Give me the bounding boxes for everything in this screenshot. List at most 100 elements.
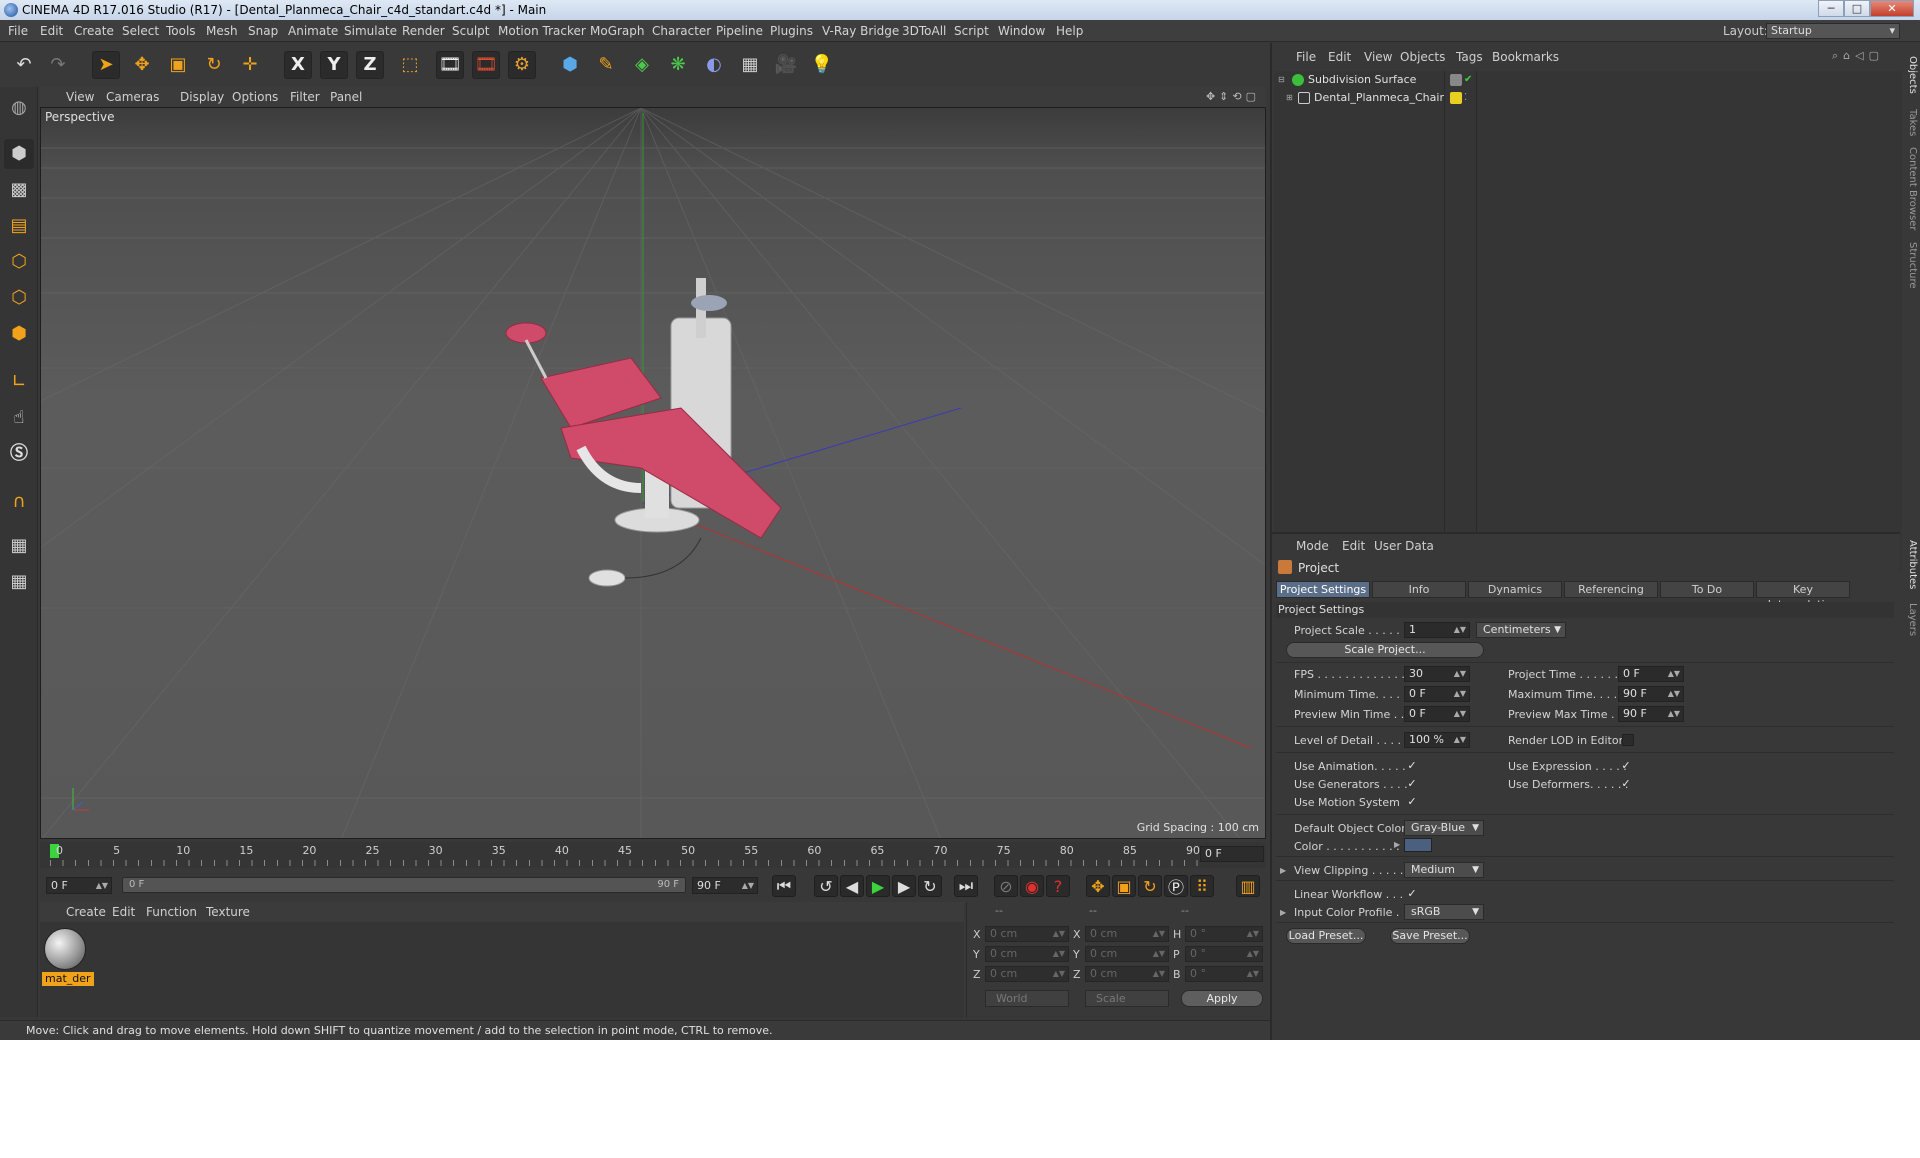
record-disabled-icon[interactable]: ⊘ xyxy=(994,875,1018,897)
auto-key-icon[interactable]: ? xyxy=(1046,875,1070,897)
z-axis-icon[interactable]: Z xyxy=(356,51,384,79)
rotation-b-field[interactable]: 0 ° ▲▼ xyxy=(1185,966,1263,982)
menu-help[interactable]: Help xyxy=(1056,20,1083,42)
apply-button[interactable]: Apply xyxy=(1181,990,1263,1007)
om-menu-file[interactable]: File xyxy=(1296,47,1316,67)
menu-pipeline[interactable]: Pipeline xyxy=(716,20,763,42)
menu-file[interactable]: File xyxy=(8,20,28,42)
cloner-icon[interactable]: ❋ xyxy=(664,51,692,79)
record-keys-icon[interactable]: ◉ xyxy=(1020,875,1044,897)
select-arrow-icon[interactable]: ➤ xyxy=(92,51,120,79)
grid-snap-icon[interactable]: ▦ xyxy=(4,567,34,597)
view-clipping-dropdown[interactable]: Medium ▼ xyxy=(1404,862,1484,878)
material-name-label[interactable]: mat_der xyxy=(42,972,94,986)
coord-system-dropdown[interactable]: World xyxy=(985,990,1069,1007)
goto-end-icon[interactable]: ⏭ xyxy=(954,875,978,897)
rotation-p-field[interactable]: 0 ° ▲▼ xyxy=(1185,946,1263,962)
move-icon[interactable]: ✥ xyxy=(128,51,156,79)
menu-snap[interactable]: Snap xyxy=(248,20,278,42)
menu-plugins[interactable]: Plugins xyxy=(770,20,813,42)
side-tab-structure[interactable]: Structure xyxy=(1898,240,1918,290)
input-color-profile-dropdown[interactable]: sRGB ▼ xyxy=(1404,904,1484,920)
color-swatch[interactable] xyxy=(1404,838,1432,852)
am-menu-user-data[interactable]: User Data xyxy=(1374,536,1434,556)
render-settings-icon[interactable]: ⚙ xyxy=(508,51,536,79)
key-rotation-icon[interactable]: ↻ xyxy=(1138,875,1162,897)
scale-icon[interactable]: ▣ xyxy=(164,51,192,79)
menu-character[interactable]: Character xyxy=(652,20,711,42)
tab-referencing[interactable]: Referencing xyxy=(1564,581,1658,598)
timeline-ruler[interactable]: 0 5 10 15 20 25 30 35 40 45 50 55 60 65 70 75 80 85 90 0 F xyxy=(40,842,1266,868)
floor-icon[interactable]: ▦ xyxy=(736,51,764,79)
key-scale-icon[interactable]: ▣ xyxy=(1112,875,1136,897)
expand-triangle-icon[interactable]: ▶ xyxy=(1394,840,1400,849)
maximize-button[interactable]: □ xyxy=(1844,0,1870,17)
object-name[interactable]: Subdivision Surface xyxy=(1308,71,1416,89)
tweak-mode-icon[interactable]: ☝ xyxy=(4,403,34,433)
render-picture-viewer-icon[interactable]: 🎞 xyxy=(472,51,500,79)
tab-dynamics[interactable]: Dynamics xyxy=(1468,581,1562,598)
cube-icon[interactable]: ⬢ xyxy=(556,51,584,79)
menu-vray-bridge[interactable]: V-Ray Bridge xyxy=(822,20,899,42)
scale-project-button[interactable]: Scale Project... xyxy=(1286,642,1484,658)
play-icon[interactable]: ▶ xyxy=(866,875,890,897)
project-scale-field[interactable]: 1 ▲▼ xyxy=(1404,622,1470,638)
side-tab-layers[interactable]: Layers xyxy=(1898,600,1918,640)
tab-to-do[interactable]: To Do xyxy=(1660,581,1754,598)
expand-triangle-icon[interactable]: ▶ xyxy=(1280,866,1286,875)
pen-spline-icon[interactable]: ✎ xyxy=(592,51,620,79)
live-select-icon[interactable]: ✛ xyxy=(236,51,264,79)
rotate-icon[interactable]: ↻ xyxy=(200,51,228,79)
material-menu-create[interactable]: Create xyxy=(66,902,106,922)
load-preset-button[interactable]: Load Preset... xyxy=(1286,928,1366,944)
object-row[interactable]: ⊞ Dental_Planmeca_Chair ⁚ xyxy=(1274,89,1902,107)
3d-viewport[interactable]: Perspective Grid Spacing : 100 cm xyxy=(40,107,1266,839)
grid-lock-icon[interactable]: ▦ xyxy=(4,531,34,561)
expand-triangle-icon[interactable]: ▶ xyxy=(1280,908,1286,917)
max-time-field[interactable]: 90 F ▲▼ xyxy=(1618,686,1684,702)
current-frame-field[interactable]: 0 F xyxy=(1200,846,1264,862)
render-lod-checkbox[interactable] xyxy=(1622,734,1634,746)
menu-simulate[interactable]: Simulate xyxy=(344,20,397,42)
use-generators-checkbox[interactable]: ✓ xyxy=(1406,778,1418,790)
workplane-mode-icon[interactable]: ▤ xyxy=(4,211,34,241)
tab-key-interpolation[interactable]: Key Interpolation xyxy=(1756,581,1850,611)
position-x-field[interactable]: 0 cm ▲▼ xyxy=(985,926,1069,942)
key-position-icon[interactable]: ✥ xyxy=(1086,875,1110,897)
render-view-icon[interactable]: 🎞 xyxy=(436,51,464,79)
om-toolbar-icons[interactable]: ⌕⌂◁▢ xyxy=(1832,49,1884,63)
use-expression-checkbox[interactable]: ✓ xyxy=(1620,760,1632,772)
material-preview-sphere[interactable] xyxy=(44,928,86,970)
x-axis-icon[interactable]: X xyxy=(284,51,312,79)
undo-icon[interactable]: ↶ xyxy=(10,51,38,79)
menu-3dtoall[interactable]: 3DToAll xyxy=(902,20,946,42)
goto-start-icon[interactable]: ⏮ xyxy=(772,875,796,897)
texture-mode-icon[interactable]: ▩ xyxy=(4,175,34,205)
viewport-menu-panel[interactable]: Panel xyxy=(330,87,362,107)
side-tab-objects[interactable]: Objects xyxy=(1898,50,1918,100)
next-frame-icon[interactable]: ▶ xyxy=(892,875,916,897)
object-name[interactable]: Dental_Planmeca_Chair xyxy=(1314,89,1444,107)
preview-max-field[interactable]: 90 F ▲▼ xyxy=(1618,706,1684,722)
menu-animate[interactable]: Animate xyxy=(288,20,338,42)
position-y-field[interactable]: 0 cm ▲▼ xyxy=(985,946,1069,962)
om-menu-edit[interactable]: Edit xyxy=(1328,47,1351,67)
minimize-button[interactable]: ─ xyxy=(1818,0,1844,17)
viewport-menu-display[interactable]: Display xyxy=(180,87,224,107)
enabled-check-icon[interactable]: ✔ xyxy=(1464,71,1472,89)
size-z-field[interactable]: 0 cm ▲▼ xyxy=(1085,966,1169,982)
snap-s-icon[interactable]: Ⓢ xyxy=(4,439,34,469)
viewport-menu-view[interactable]: View xyxy=(66,87,94,107)
start-frame-field[interactable]: 0 F ▲▼ xyxy=(46,877,112,894)
size-x-field[interactable]: 0 cm ▲▼ xyxy=(1085,926,1169,942)
tab-info[interactable]: Info xyxy=(1372,581,1466,598)
viewport-nav-icons[interactable]: ✥⇕⟲▢ xyxy=(1206,90,1260,103)
preview-min-field[interactable]: 0 F ▲▼ xyxy=(1404,706,1470,722)
am-menu-edit[interactable]: Edit xyxy=(1342,536,1365,556)
linear-workflow-checkbox[interactable]: ✓ xyxy=(1406,888,1418,900)
om-menu-tags[interactable]: Tags xyxy=(1456,47,1483,67)
points-mode-icon[interactable]: ⬡ xyxy=(4,247,34,277)
key-param-icon[interactable]: Ⓟ xyxy=(1164,875,1188,897)
preview-range-slider[interactable]: 0 F 90 F xyxy=(122,877,686,893)
viewport-menu-options[interactable]: Options xyxy=(232,87,278,107)
